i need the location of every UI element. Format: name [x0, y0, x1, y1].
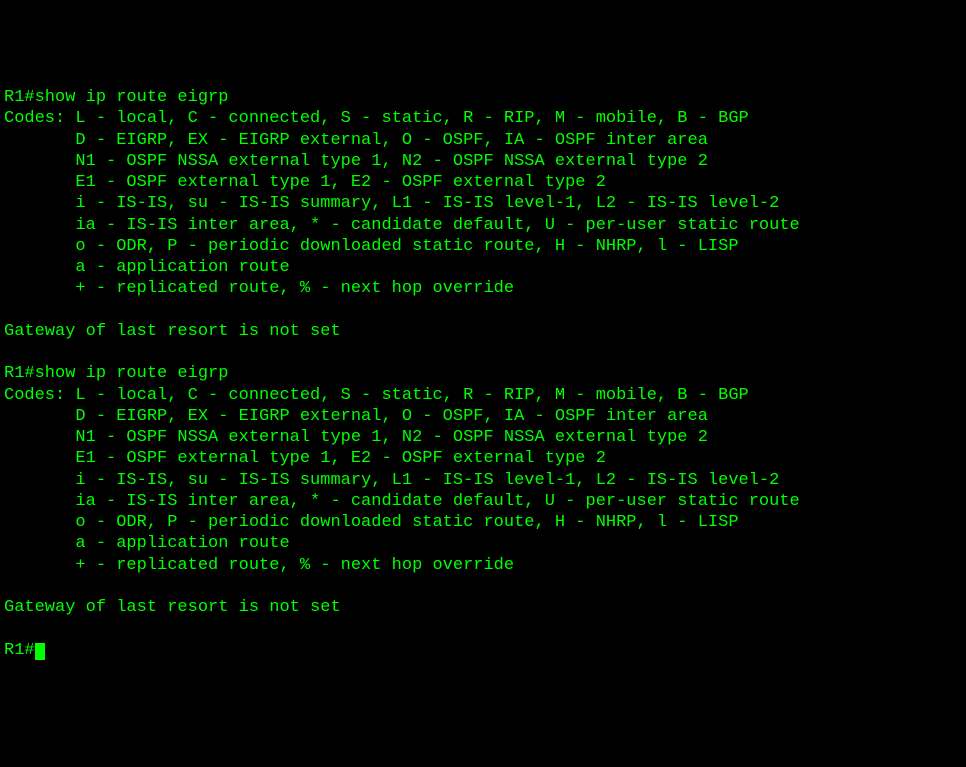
- terminal-line: Codes: L - local, C - connected, S - sta…: [4, 386, 749, 405]
- terminal-line: Codes: L - local, C - connected, S - sta…: [4, 109, 749, 128]
- cursor-icon: [35, 643, 45, 660]
- terminal-line: ia - IS-IS inter area, * - candidate def…: [4, 216, 800, 235]
- terminal-line: o - ODR, P - periodic downloaded static …: [4, 237, 739, 256]
- terminal-line: a - application route: [4, 534, 290, 553]
- terminal-prompt: R1#: [4, 641, 35, 660]
- terminal-line: o - ODR, P - periodic downloaded static …: [4, 513, 739, 532]
- terminal-line: Gateway of last resort is not set: [4, 598, 341, 617]
- terminal-output[interactable]: R1#show ip route eigrp Codes: L - local,…: [4, 87, 962, 661]
- terminal-line: N1 - OSPF NSSA external type 1, N2 - OSP…: [4, 428, 708, 447]
- terminal-line: ia - IS-IS inter area, * - candidate def…: [4, 492, 800, 511]
- terminal-line: N1 - OSPF NSSA external type 1, N2 - OSP…: [4, 152, 708, 171]
- terminal-line: i - IS-IS, su - IS-IS summary, L1 - IS-I…: [4, 194, 779, 213]
- terminal-line: R1#show ip route eigrp: [4, 88, 228, 107]
- terminal-line: i - IS-IS, su - IS-IS summary, L1 - IS-I…: [4, 471, 779, 490]
- terminal-line: E1 - OSPF external type 1, E2 - OSPF ext…: [4, 173, 606, 192]
- terminal-line: Gateway of last resort is not set: [4, 322, 341, 341]
- terminal-line: D - EIGRP, EX - EIGRP external, O - OSPF…: [4, 131, 708, 150]
- terminal-line: E1 - OSPF external type 1, E2 - OSPF ext…: [4, 449, 606, 468]
- terminal-line: R1#show ip route eigrp: [4, 364, 228, 383]
- terminal-line: a - application route: [4, 258, 290, 277]
- terminal-line: D - EIGRP, EX - EIGRP external, O - OSPF…: [4, 407, 708, 426]
- terminal-line: + - replicated route, % - next hop overr…: [4, 556, 514, 575]
- terminal-line: + - replicated route, % - next hop overr…: [4, 279, 514, 298]
